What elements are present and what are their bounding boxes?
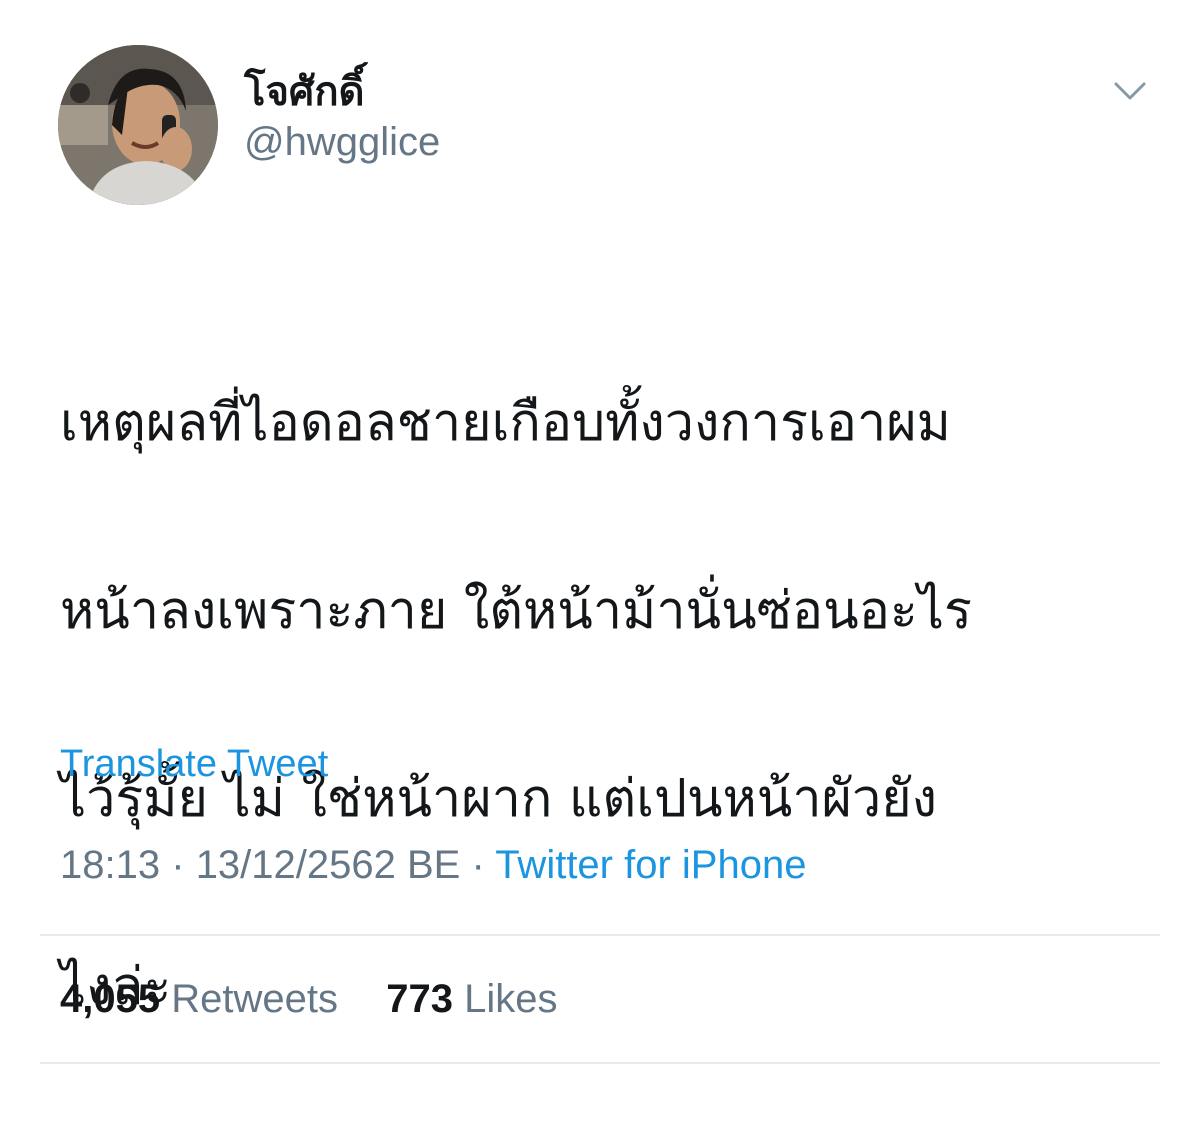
tweet-date[interactable]: 13/12/2562 BE [196,843,461,887]
chevron-down-icon[interactable] [1108,72,1152,108]
tweet-metadata: 18:13 · 13/12/2562 BE · Twitter for iPho… [60,840,806,890]
author-display-name[interactable]: โจศักดิ์ [244,68,365,116]
retweets-count: 4,055 [60,977,161,1021]
tweet-time[interactable]: 18:13 [60,843,160,887]
divider [40,934,1160,936]
tweet-text-line: หน้าลงเพราะภาย ใต้หน้าม้านั่นซ่อนอะไร [60,581,972,641]
avatar-photo [58,45,218,205]
divider [40,1062,1160,1064]
translate-tweet-link[interactable]: Translate Tweet [60,740,328,788]
retweets-stat[interactable]: 4,055 Retweets [60,977,349,1021]
likes-stat[interactable]: 773 Likes [375,977,557,1021]
tweet-stats: 4,055 Retweets 773 Likes [60,974,558,1024]
meta-separator: · [471,843,485,887]
meta-separator: · [171,843,185,887]
likes-label: Likes [464,977,558,1021]
retweets-label: Retweets [171,977,338,1021]
tweet-text-line: เหตุผลที่ไอดอลชายเกือบทั้งวงการเอาผม [60,393,951,453]
tweet-source-link[interactable]: Twitter for iPhone [495,843,806,887]
likes-count: 773 [386,977,453,1021]
tweet-detail: โจศักดิ์ @hwgglice เหตุผลที่ไอดอลชายเกือ… [0,0,1200,1071]
avatar[interactable] [58,45,218,205]
author-handle[interactable]: @hwgglice [244,118,440,166]
